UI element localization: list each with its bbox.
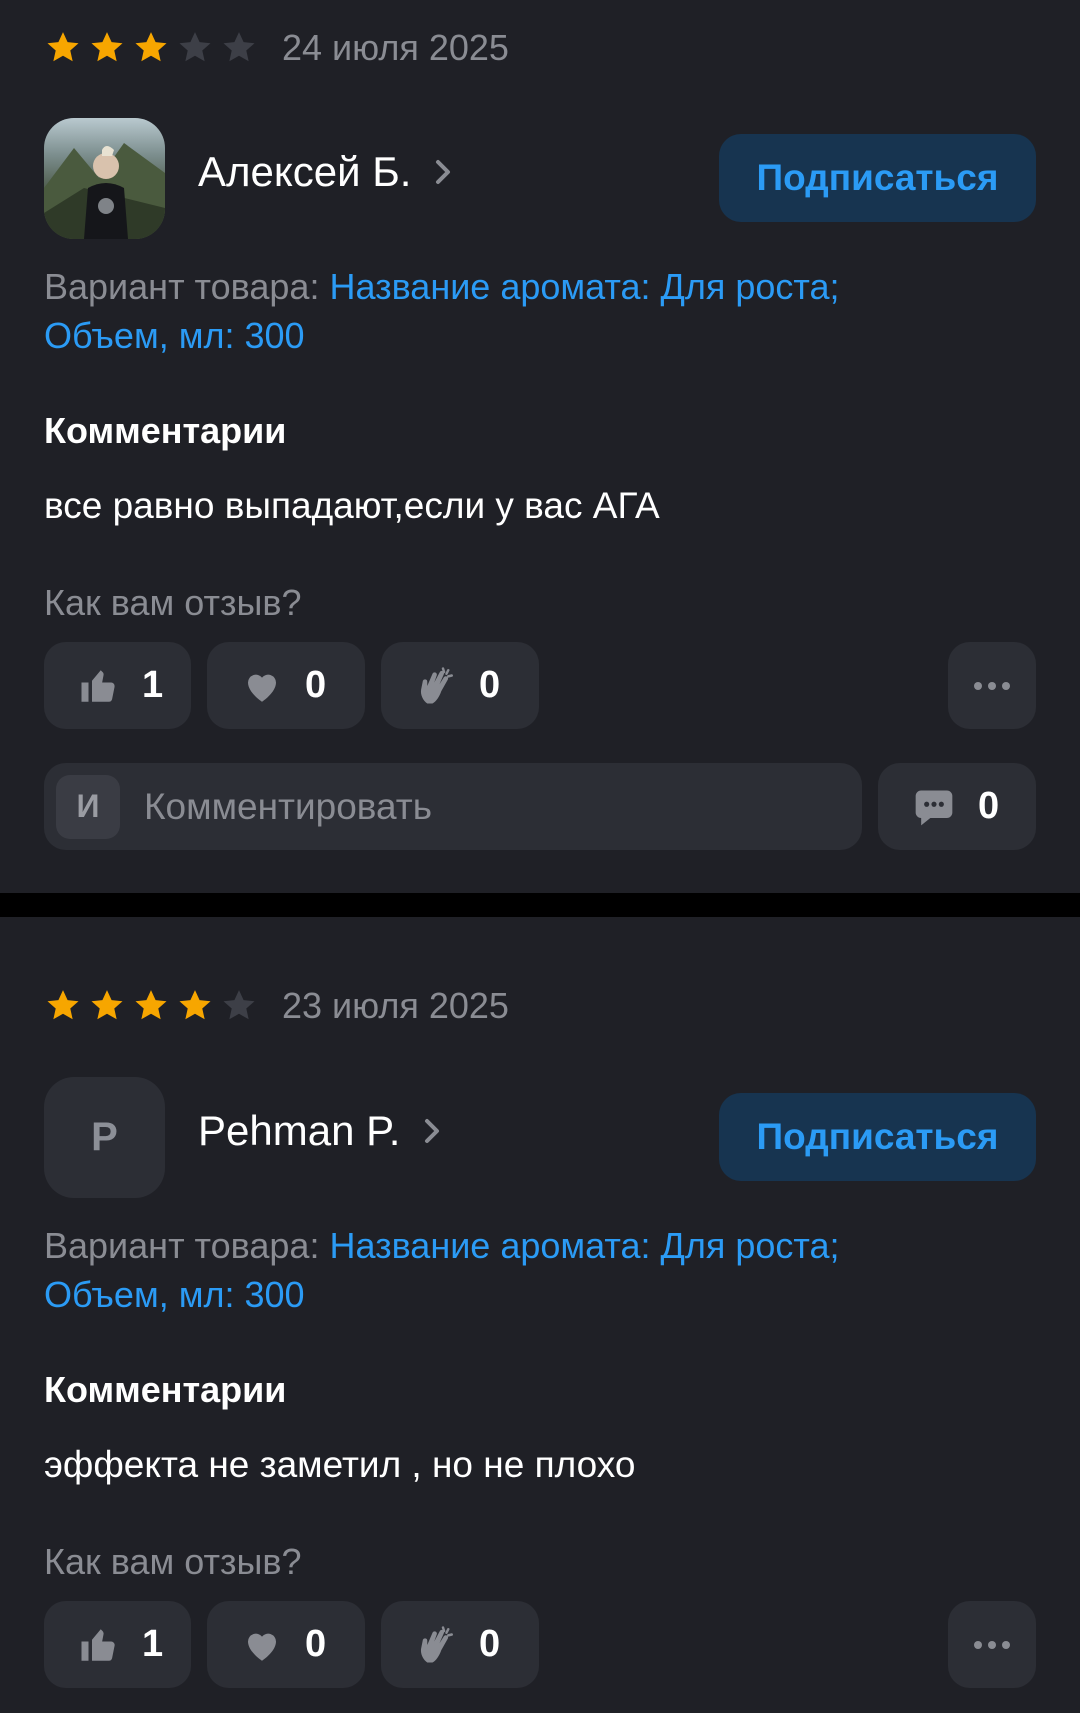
subscribe-button[interactable]: Подписаться (719, 1093, 1036, 1181)
review-card: 23 июля 2025 P Pehman P. Подписаться Вар… (0, 917, 1080, 1713)
review-comment: все равно выпадают,если у вас АГА (44, 485, 660, 526)
star-icon (220, 29, 258, 67)
variant-value-line2[interactable]: Объем, мл: 300 (44, 1274, 305, 1315)
author-name: Pehman P. (198, 1107, 401, 1154)
variant-value-line1[interactable]: Название аромата: Для роста; (329, 1225, 839, 1266)
heart-icon (248, 674, 276, 702)
star-icon (44, 987, 82, 1025)
product-variant: Вариант товара: Название аромата: Для ро… (44, 262, 1034, 360)
star-icon (132, 987, 170, 1025)
comment-placeholder: Комментировать (144, 785, 433, 827)
variant-label: Вариант товара: (44, 1225, 330, 1266)
avatar[interactable]: P (44, 1077, 165, 1198)
author-link[interactable]: Алексей Б. (198, 148, 453, 196)
like-button[interactable]: 1 (44, 642, 191, 729)
variant-label: Вариант товара: (44, 266, 330, 307)
more-button[interactable] (948, 1601, 1036, 1688)
star-icon (176, 29, 214, 67)
author-link[interactable]: Pehman P. (198, 1107, 442, 1155)
comments-heading: Комментарии (44, 1369, 287, 1410)
clap-count: 0 (479, 664, 501, 706)
review-comment: эффекта не заметил , но не плохо (44, 1444, 636, 1485)
clap-button[interactable]: 0 (381, 642, 539, 729)
heart-button[interactable]: 0 (207, 642, 365, 729)
review-date: 24 июля 2025 (282, 27, 509, 68)
subscribe-button[interactable]: Подписаться (719, 134, 1036, 222)
avatar-photo (44, 143, 165, 239)
comment-input[interactable]: И Комментировать (44, 763, 862, 850)
heart-icon (248, 1633, 276, 1661)
star-icon (220, 987, 258, 1025)
reactions-bar: 1 0 0 (44, 1601, 1036, 1688)
heart-button[interactable]: 0 (207, 1601, 365, 1688)
star-rating (44, 29, 258, 67)
chevron-right-icon (425, 1119, 440, 1143)
like-count: 1 (142, 1623, 164, 1665)
star-icon (88, 29, 126, 67)
heart-count: 0 (305, 1623, 327, 1665)
feedback-question: Как вам отзыв? (44, 582, 302, 623)
user-avatar: И (56, 774, 120, 839)
thumbs-up-icon (81, 1628, 115, 1661)
speech-bubble-icon (915, 790, 953, 825)
reactions-bar: 1 0 0 (44, 642, 1036, 729)
more-dots-icon (974, 1640, 1010, 1649)
variant-value-line2[interactable]: Объем, мл: 300 (44, 315, 305, 356)
clap-button[interactable]: 0 (381, 1601, 539, 1688)
more-button[interactable] (948, 642, 1036, 729)
heart-count: 0 (305, 664, 327, 706)
variant-value-line1[interactable]: Название аромата: Для роста; (329, 266, 839, 307)
review-date: 23 июля 2025 (282, 985, 509, 1026)
more-dots-icon (974, 681, 1010, 690)
star-icon (44, 29, 82, 67)
star-rating (44, 987, 258, 1025)
rating-row: 23 июля 2025 (44, 981, 509, 1031)
rating-row: 24 июля 2025 (44, 23, 509, 73)
comments-heading: Комментарии (44, 410, 287, 451)
like-button[interactable]: 1 (44, 1601, 191, 1688)
star-icon (176, 987, 214, 1025)
feedback-question: Как вам отзыв? (44, 1541, 302, 1582)
review-card: 24 июля 2025 Алексей Б. Подписаться Вари… (0, 0, 1080, 893)
star-icon (88, 987, 126, 1025)
comments-count-button[interactable]: 0 (878, 763, 1036, 850)
comments-count: 0 (978, 785, 1000, 827)
author-name: Алексей Б. (198, 148, 412, 195)
chevron-right-icon (436, 160, 451, 184)
star-icon (132, 29, 170, 67)
avatar[interactable] (44, 118, 165, 239)
clap-count: 0 (479, 1623, 501, 1665)
clapping-hands-icon (420, 666, 453, 703)
thumbs-up-icon (81, 669, 115, 702)
like-count: 1 (142, 664, 164, 706)
product-variant: Вариант товара: Название аромата: Для ро… (44, 1221, 1034, 1319)
clapping-hands-icon (420, 1625, 453, 1662)
